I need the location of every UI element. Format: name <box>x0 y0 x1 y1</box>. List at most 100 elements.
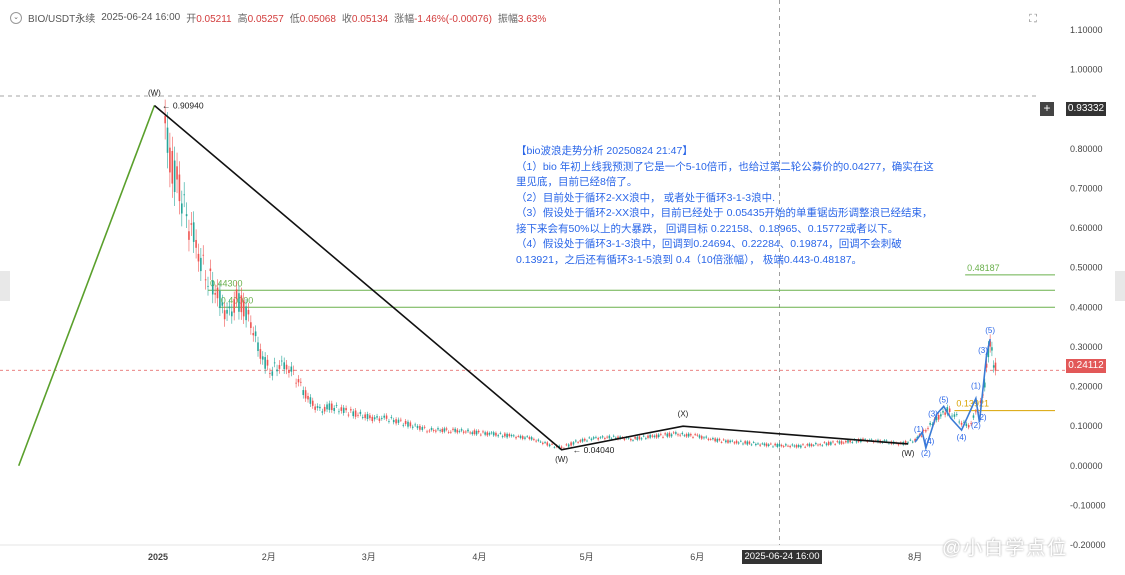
y-tick-label: 0.30000 <box>1070 342 1103 352</box>
analysis-line: （3）假设处于循环2-XX浪中，目前已经处于 0.05435开始的单重锯齿形调整… <box>516 207 933 235</box>
candle-body <box>911 441 914 443</box>
candle-body <box>371 416 374 422</box>
price-chart[interactable]: 1.100001.000000.900000.800000.700000.600… <box>0 0 1125 575</box>
y-tick-label: 0.20000 <box>1070 382 1103 392</box>
candle-body <box>765 443 768 447</box>
candle-body <box>548 444 551 447</box>
candle-body <box>883 440 886 442</box>
candle-body <box>181 203 183 214</box>
candle-body <box>264 357 266 369</box>
candle-body <box>787 445 789 447</box>
candle-body <box>742 443 744 445</box>
x-tick-label: 2025 <box>148 552 168 562</box>
candle-body <box>426 431 428 433</box>
candle-body <box>849 440 851 443</box>
candle-body <box>352 411 355 417</box>
candle-body <box>755 443 757 446</box>
candle-body <box>804 446 806 448</box>
candle-body <box>245 306 247 321</box>
candle-body <box>259 349 262 359</box>
wave-line <box>17 105 156 467</box>
candle-body <box>832 441 834 443</box>
candle-body <box>763 443 766 446</box>
candle-body <box>273 362 276 364</box>
candle-body <box>729 440 731 443</box>
datetime-label: 2025-06-24 16:00 <box>101 12 181 23</box>
candle-body <box>173 160 176 193</box>
y-tick-label: 0.10000 <box>1070 421 1103 431</box>
candle-body <box>302 390 305 396</box>
candle-body <box>627 437 630 439</box>
candle-body <box>490 432 493 434</box>
symbol-label[interactable]: BIO/USDT永续 <box>28 10 95 25</box>
candle-body <box>927 428 929 429</box>
candle-body <box>242 300 245 317</box>
candle-body <box>937 414 940 420</box>
candle-body <box>238 293 240 312</box>
candle-body <box>482 431 484 433</box>
candle-body <box>581 438 584 442</box>
candle-body <box>204 279 207 281</box>
candle-body <box>164 115 166 124</box>
low-value: 0.05068 <box>299 14 336 25</box>
candle-body <box>679 434 681 436</box>
candle-body <box>847 440 849 443</box>
candle-body <box>855 441 858 443</box>
candle-body <box>812 445 815 447</box>
change-label: 涨幅 <box>394 14 415 25</box>
collapse-icon[interactable]: ⌄ <box>10 11 22 24</box>
candle-body <box>233 299 235 313</box>
candle-body <box>283 362 285 370</box>
candle-body <box>579 440 582 442</box>
candle-body <box>780 444 783 447</box>
candle-body <box>782 446 785 447</box>
candle-body <box>575 440 577 442</box>
analysis-text: 【bio波浪走势分析 20250824 21:47】 （1）bio 年初上线我预… <box>516 144 936 268</box>
candle-body <box>369 415 371 419</box>
candle-body <box>601 436 604 438</box>
candle-body <box>311 400 314 406</box>
add-alert-button[interactable]: + <box>1040 102 1054 116</box>
expand-icon[interactable]: ⛶ <box>1026 12 1040 26</box>
candle-body <box>590 438 593 441</box>
candle-body <box>250 322 252 328</box>
candle-body <box>477 430 480 433</box>
candle-body <box>226 309 228 314</box>
candle-body <box>462 431 465 433</box>
candle-body <box>276 369 278 372</box>
candle-body <box>292 369 295 371</box>
candle-body <box>885 440 888 442</box>
candle-body <box>166 127 169 153</box>
candle-body <box>223 310 226 320</box>
candle-body <box>430 427 433 430</box>
candle-body <box>488 433 491 435</box>
candle-body <box>456 429 459 433</box>
candle-body <box>450 431 452 433</box>
candle-body <box>802 444 804 446</box>
candle-body <box>836 441 839 443</box>
candle-body <box>290 366 293 372</box>
candle-body <box>319 406 321 409</box>
candle-body <box>664 433 666 435</box>
candle-body <box>703 437 705 439</box>
x-tick-label: 4月 <box>472 552 486 562</box>
candle-body <box>288 370 290 373</box>
candle-body <box>381 418 383 419</box>
candle-body <box>395 419 397 424</box>
candle-body <box>480 434 482 436</box>
watermark: @小白学点位 <box>942 538 1069 559</box>
candle-body <box>211 280 214 295</box>
candle-body <box>397 419 400 423</box>
candle-body <box>526 436 528 438</box>
right-panel-handle[interactable] <box>1115 271 1125 301</box>
candle-body <box>604 438 606 440</box>
left-panel-handle[interactable] <box>0 271 10 301</box>
candle-body <box>228 306 231 309</box>
candle-body <box>542 442 544 444</box>
candle-body <box>409 422 412 427</box>
candle-body <box>712 437 714 440</box>
candle-body <box>316 406 319 408</box>
candle-body <box>774 443 776 446</box>
candle-body <box>638 436 641 440</box>
change-value: -1.46%(-0.00076) <box>414 14 492 25</box>
